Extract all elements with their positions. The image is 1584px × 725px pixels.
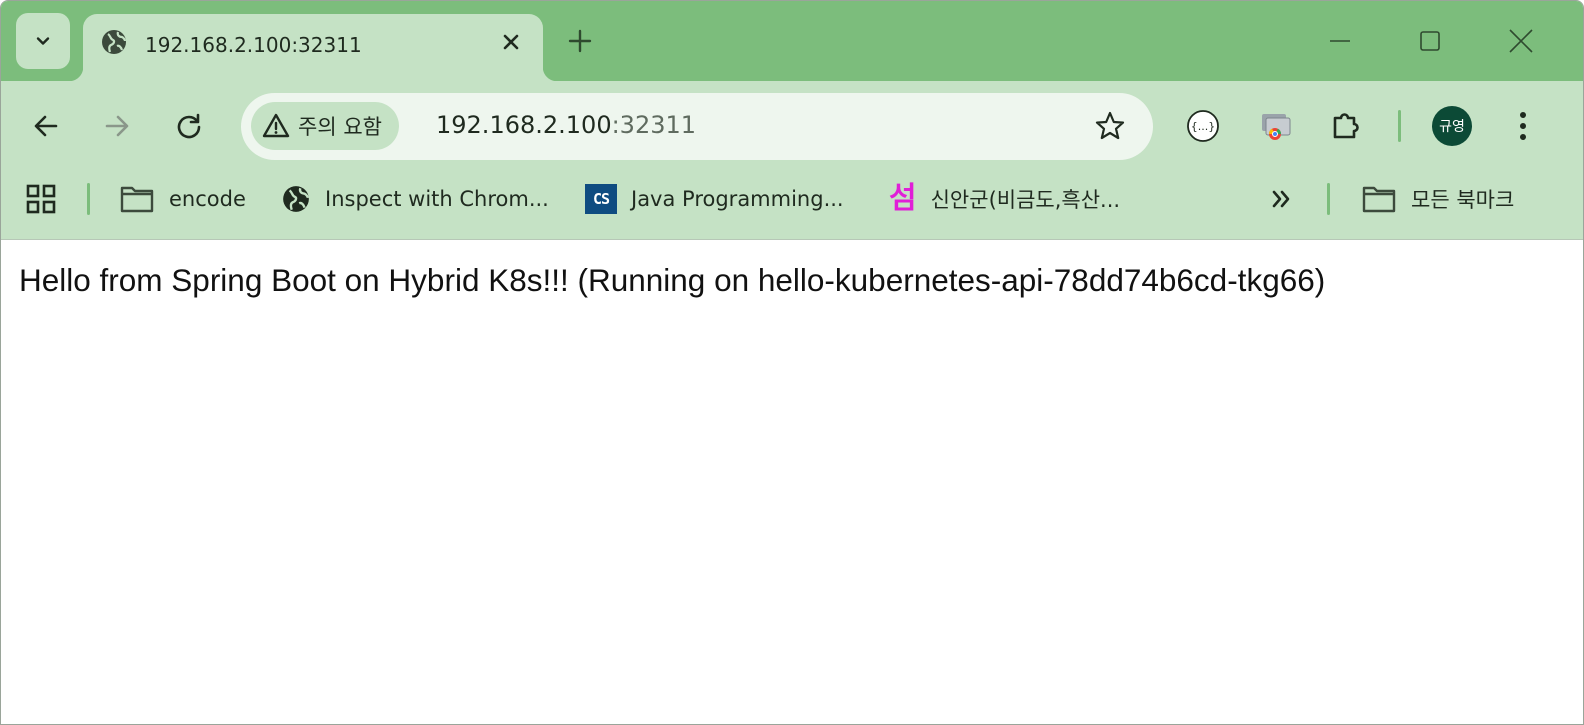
reload-icon [177, 113, 201, 139]
all-bookmarks-button[interactable]: 모든 북마크 [1361, 179, 1514, 219]
globe-icon [102, 30, 127, 54]
page-content: Hello from Spring Boot on Hybrid K8s!!! … [1, 241, 1583, 724]
browser-window: 192.168.2.100:32311 주의 요함 192.168.2.100:… [0, 0, 1584, 725]
star-icon [1095, 111, 1125, 140]
folder-icon [120, 186, 154, 213]
menu-button[interactable] [1503, 106, 1543, 146]
arrow-left-icon [34, 115, 58, 137]
minimize-icon [1330, 40, 1350, 42]
tab-title: 192.168.2.100:32311 [145, 33, 362, 57]
tab-search-button[interactable] [16, 13, 70, 69]
bookmarks-overflow-button[interactable] [1267, 179, 1297, 219]
json-extension-button[interactable]: {...} [1183, 106, 1223, 146]
page-message: Hello from Spring Boot on Hybrid K8s!!! … [19, 262, 1326, 298]
puzzle-icon [1333, 113, 1359, 139]
close-icon [503, 34, 519, 50]
bookmark-label: Java Programming... [631, 187, 844, 211]
forward-button[interactable] [97, 106, 137, 146]
maximize-icon [1420, 31, 1440, 51]
more-vert-icon [1520, 112, 1526, 140]
apps-grid-icon [26, 184, 56, 214]
bookmarks-separator [87, 183, 90, 215]
chevron-double-right-icon [1272, 190, 1290, 208]
new-tab-button[interactable] [564, 25, 596, 57]
globe-icon [283, 186, 309, 212]
avatar[interactable]: 규영 [1432, 106, 1472, 146]
url-host: 192.168.2.100 [436, 111, 612, 139]
svg-text:{...}: {...} [1191, 120, 1216, 133]
security-label: 주의 요함 [298, 115, 382, 139]
plus-icon [568, 29, 592, 53]
cast-extension-button[interactable] [1255, 106, 1295, 146]
toolbar-separator [1398, 110, 1401, 142]
address-bar[interactable]: 주의 요함 192.168.2.100:32311 [241, 93, 1153, 160]
tab-strip: 192.168.2.100:32311 [1, 1, 1583, 81]
cast-icon [1262, 114, 1291, 140]
bookmark-star-button[interactable] [1093, 109, 1127, 143]
bookmark-java-programming[interactable]: CS Java Programming... [585, 179, 844, 219]
reload-button[interactable] [169, 106, 209, 146]
bookmarks-bar: encode Inspect with Chrom... CS Java Pro… [1, 171, 1583, 240]
tab-active[interactable]: 192.168.2.100:32311 [69, 14, 557, 81]
close-icon [1509, 29, 1533, 53]
back-button[interactable] [26, 106, 66, 146]
all-bookmarks-label: 모든 북마크 [1411, 188, 1515, 212]
apps-button[interactable] [23, 179, 59, 219]
extensions-button[interactable] [1326, 106, 1366, 146]
json-viewer-icon: {...} [1187, 110, 1219, 142]
minimize-button[interactable] [1320, 25, 1360, 57]
maximize-button[interactable] [1410, 25, 1450, 57]
bookmarks-separator [1327, 183, 1330, 215]
bookmark-label: 신안군(비금도,흑산... [930, 188, 1121, 212]
bookmark-label: Inspect with Chrom... [325, 187, 549, 211]
bookmark-inspect-chrome[interactable]: Inspect with Chrom... [281, 179, 549, 219]
arrow-right-icon [105, 115, 129, 137]
url-port: :32311 [611, 111, 697, 139]
warning-icon [262, 113, 290, 138]
cs-icon: CS [585, 184, 617, 214]
bookmark-label: encode [169, 187, 246, 211]
seom-icon: 섬 [889, 181, 917, 216]
chevron-down-icon [36, 37, 50, 45]
tab-close-button[interactable] [497, 28, 525, 56]
folder-icon [1362, 186, 1396, 213]
bookmark-folder-encode[interactable]: encode [119, 179, 246, 219]
url-text[interactable]: 192.168.2.100:32311 [436, 111, 696, 139]
toolbar: 주의 요함 192.168.2.100:32311 {...} 규영 [1, 81, 1583, 171]
window-close-button[interactable] [1501, 25, 1541, 57]
security-chip[interactable]: 주의 요함 [251, 102, 399, 150]
bookmark-sinan[interactable]: 섬 신안군(비금도,흑산... [889, 179, 1120, 219]
